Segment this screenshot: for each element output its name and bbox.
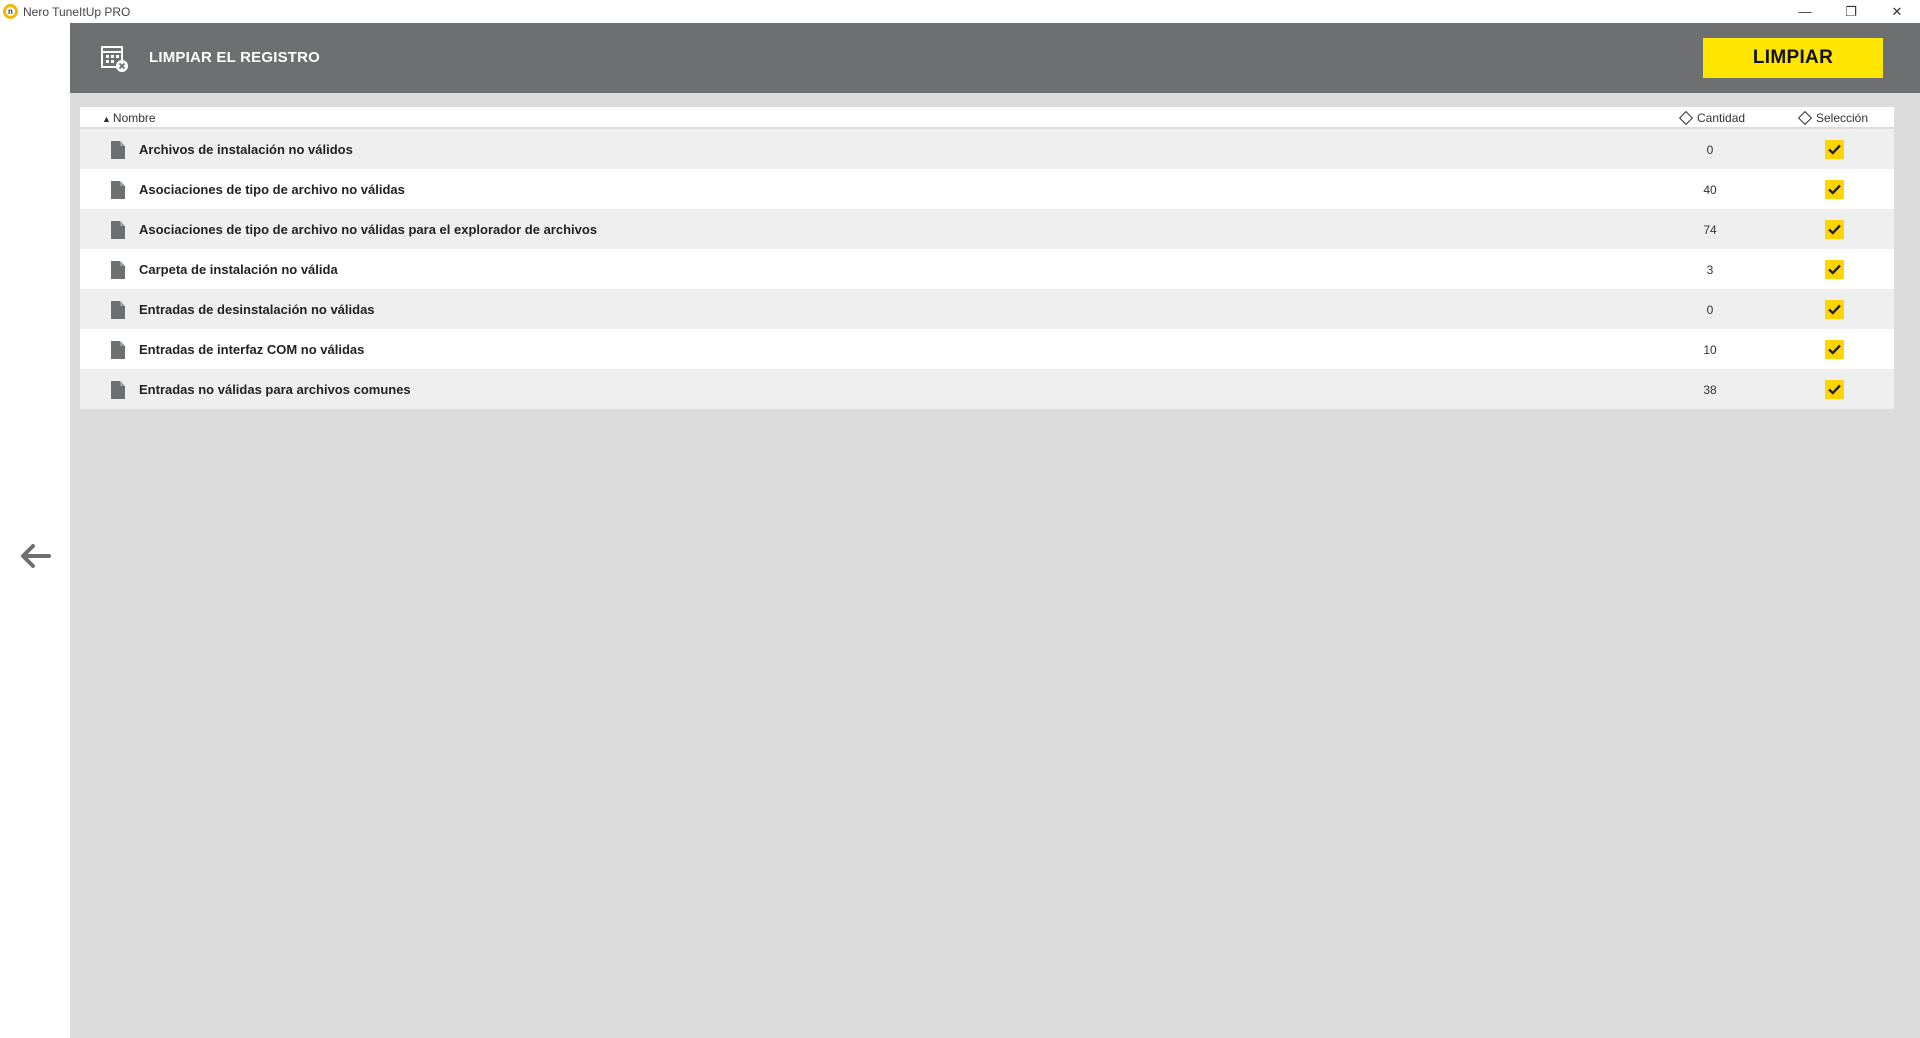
row-label: Asociaciones de tipo de archivo no válid… [139,222,598,237]
checkmark-icon [1828,304,1841,315]
column-selection-label: Selección [1816,111,1869,125]
minimize-button[interactable]: — [1782,0,1828,23]
table-row[interactable]: Asociaciones de tipo de archivo no válid… [80,169,1894,209]
selection-checkbox[interactable] [1825,260,1844,279]
left-rail [0,23,70,1038]
checkmark-icon [1828,384,1841,395]
column-header-quantity[interactable]: Cantidad [1678,110,1746,126]
file-icon [111,301,125,319]
table-row[interactable]: Carpeta de instalación no válida 3 [80,249,1894,289]
table-row[interactable]: Asociaciones de tipo de archivo no válid… [80,209,1894,249]
selection-checkbox[interactable] [1825,380,1844,399]
file-icon [111,381,125,399]
content-area: ▲ Nombre Cantidad Selección Archivos de i… [70,93,1920,1038]
registry-clean-icon [101,46,128,72]
sort-ascending-icon: ▲ [102,114,111,124]
close-button[interactable]: ✕ [1874,0,1920,23]
row-count: 40 [1703,183,1717,197]
table-row[interactable]: Archivos de instalación no válidos 0 [80,129,1894,169]
table-row[interactable]: Entradas no válidas para archivos comune… [80,369,1894,409]
restore-button[interactable]: ❐ [1828,0,1874,23]
title-bar: n Nero TuneItUp PRO — ❐ ✕ [0,0,1920,23]
column-header-selection[interactable]: Selección [1797,110,1869,126]
row-label: Asociaciones de tipo de archivo no válid… [139,182,405,197]
selection-checkbox[interactable] [1825,140,1844,159]
selection-checkbox[interactable] [1825,180,1844,199]
sort-diamond-icon [1797,110,1813,126]
file-icon [111,141,125,159]
back-arrow-icon[interactable] [18,541,52,571]
window-title: Nero TuneItUp PRO [23,4,131,19]
row-count: 10 [1703,343,1717,357]
selection-checkbox[interactable] [1825,300,1844,319]
file-icon [111,261,125,279]
selection-checkbox[interactable] [1825,220,1844,239]
row-label: Carpeta de instalación no válida [139,262,338,277]
row-label: Entradas de interfaz COM no válidas [139,342,365,357]
row-count: 0 [1706,143,1714,157]
checkmark-icon [1828,344,1841,355]
column-header-name[interactable]: ▲ Nombre [102,111,156,125]
row-label: Entradas de desinstalación no válidas [139,302,375,317]
column-quantity-label: Cantidad [1697,111,1746,125]
table-body: Archivos de instalación no válidos 0 Asoci… [80,129,1894,409]
page-title: LIMPIAR EL REGISTRO [149,49,321,66]
app-logo-icon: n [3,4,18,19]
column-name-label: Nombre [112,111,156,125]
file-icon [111,221,125,239]
checkmark-icon [1828,184,1841,195]
checkmark-icon [1828,144,1841,155]
table-header: ▲ Nombre Cantidad Selección [80,107,1894,129]
file-icon [111,341,125,359]
row-label: Entradas no válidas para archivos comune… [139,382,411,397]
row-label: Archivos de instalación no válidos [139,142,353,157]
checkmark-icon [1828,264,1841,275]
row-count: 74 [1703,223,1717,237]
table-row[interactable]: Entradas de interfaz COM no válidas 10 [80,329,1894,369]
row-count: 3 [1706,263,1714,277]
results-table: ▲ Nombre Cantidad Selección Archivos de i… [80,107,1894,409]
table-row[interactable]: Entradas de desinstalación no válidas 0 [80,289,1894,329]
row-count: 0 [1706,303,1714,317]
app-logo-letter: n [6,7,15,16]
row-count: 38 [1703,383,1717,397]
window-controls: — ❐ ✕ [1782,0,1920,23]
clean-button[interactable]: LIMPIAR [1703,38,1883,78]
checkmark-icon [1828,224,1841,235]
selection-checkbox[interactable] [1825,340,1844,359]
page-header: LIMPIAR EL REGISTRO LIMPIAR [70,23,1920,93]
file-icon [111,181,125,199]
sort-diamond-icon [1678,110,1694,126]
